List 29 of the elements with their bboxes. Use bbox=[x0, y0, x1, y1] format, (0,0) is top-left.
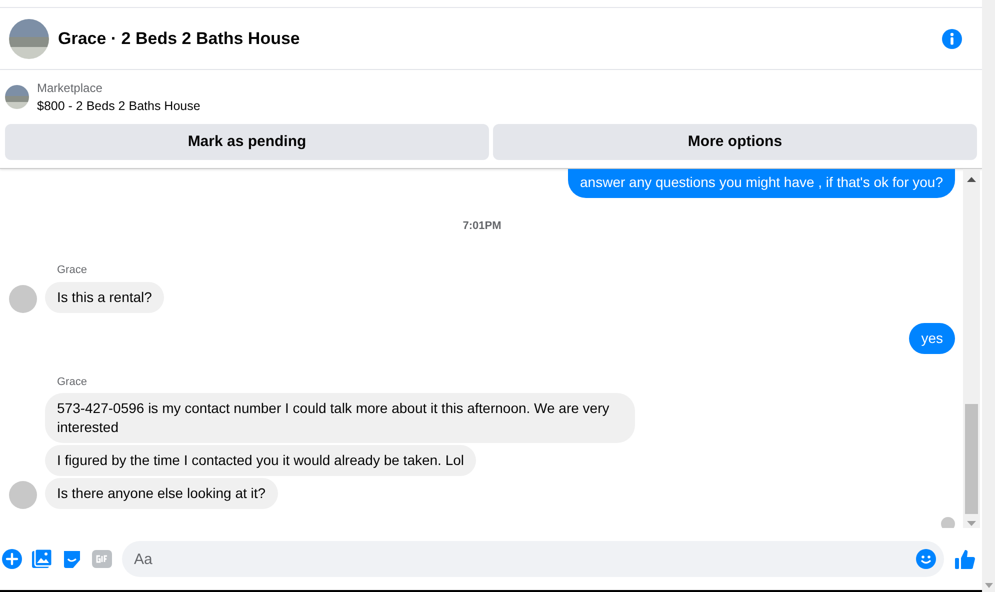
sent-message: answer any questions you might have , if that's ok for you? bbox=[568, 168, 955, 198]
scroll-up-icon[interactable] bbox=[967, 176, 976, 182]
listing-photo bbox=[9, 18, 49, 58]
emoji-icon[interactable] bbox=[916, 549, 936, 569]
read-receipt-avatar bbox=[941, 517, 955, 528]
scroll-down-icon[interactable] bbox=[967, 520, 976, 526]
sticker-icon[interactable] bbox=[62, 549, 82, 569]
received-message: I figured by the time I contacted you it would already be taken. Lol bbox=[45, 445, 476, 476]
message-input[interactable]: Aa bbox=[122, 541, 944, 577]
sender-name: Grace bbox=[57, 374, 87, 390]
listing-thumbnail bbox=[5, 85, 29, 110]
received-message: Is this a rental? bbox=[45, 282, 164, 313]
sender-name: Grace bbox=[57, 263, 87, 278]
thumbs-up-icon[interactable] bbox=[954, 548, 976, 570]
sent-message: yes bbox=[909, 322, 955, 354]
image-icon[interactable] bbox=[32, 549, 52, 569]
action-button[interactable]: Mark as pending bbox=[5, 124, 489, 160]
scroll-down-icon[interactable] bbox=[984, 583, 992, 588]
scrollbar-track[interactable] bbox=[963, 168, 980, 528]
plus-icon[interactable] bbox=[2, 549, 22, 569]
listing-title[interactable]: $800 - 2 Beds 2 Baths House bbox=[37, 97, 200, 116]
scrollbar-thumb[interactable] bbox=[965, 404, 978, 514]
received-message: 573-427-0596 is my contact number I could talk more about it this afternoon. We are very interested bbox=[45, 393, 635, 444]
conversation-title: Grace · 2 Beds 2 Baths House bbox=[58, 28, 301, 50]
received-message: Is there anyone else looking at it? bbox=[45, 478, 278, 510]
info-icon[interactable] bbox=[942, 28, 962, 48]
timestamp: 7:01PM bbox=[462, 218, 502, 234]
listing-source: Marketplace bbox=[37, 80, 104, 97]
action-button[interactable]: More options bbox=[493, 124, 977, 160]
